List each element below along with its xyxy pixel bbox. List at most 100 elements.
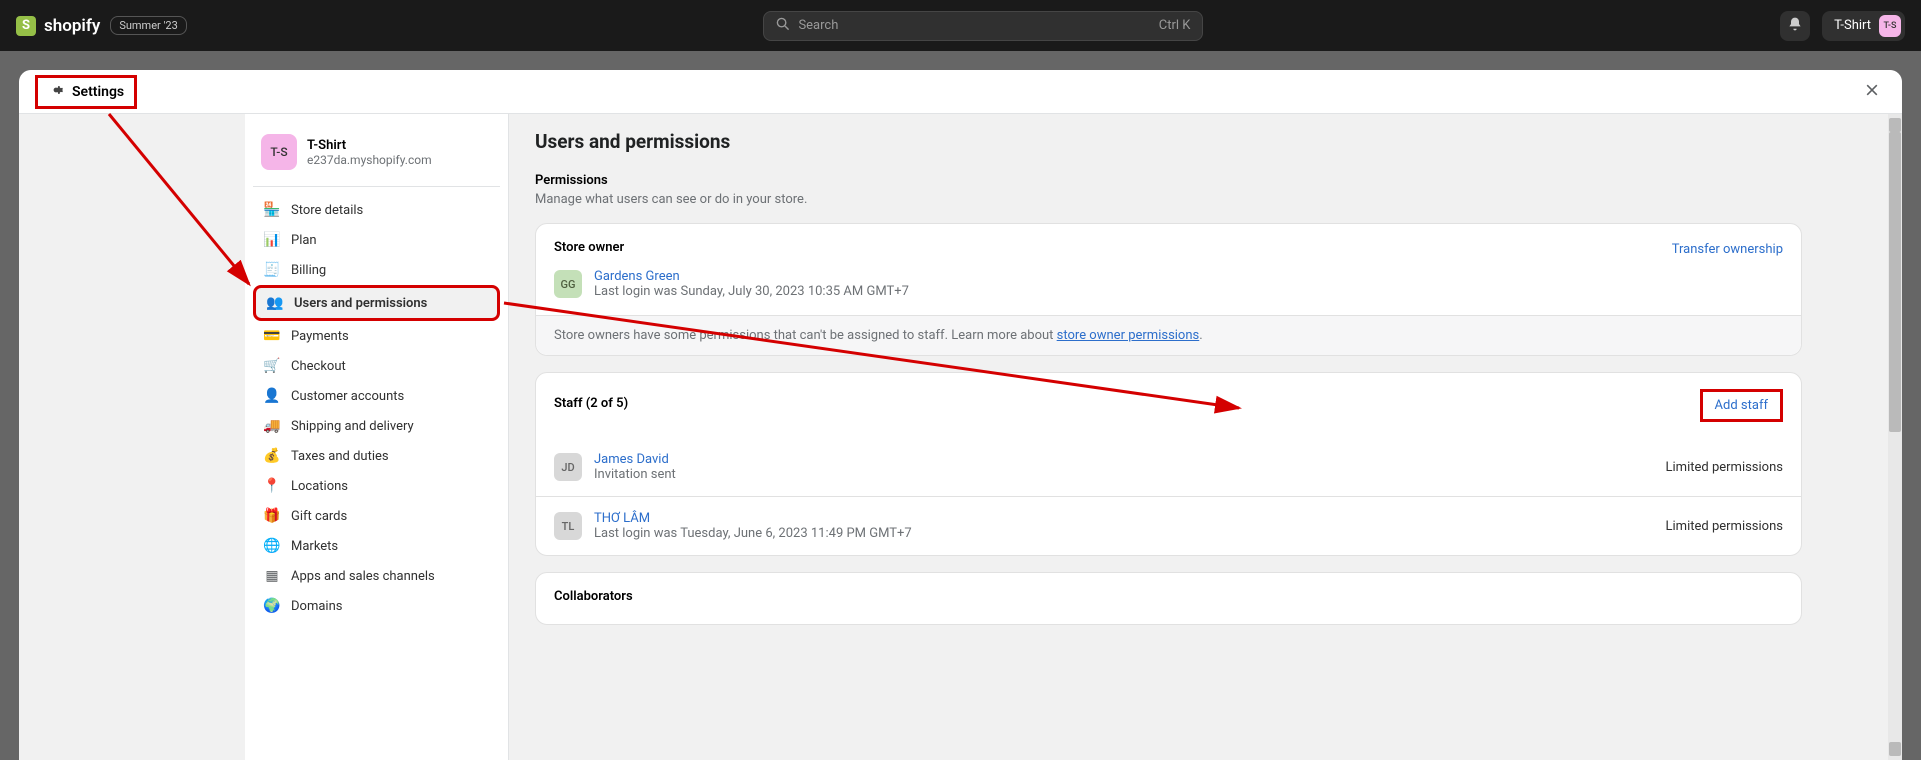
nav-icon: 📍: [263, 477, 281, 495]
settings-title: Settings: [35, 75, 137, 109]
owner-footer: Store owners have some permissions that …: [536, 315, 1801, 355]
nav-icon: 👤: [263, 387, 281, 405]
search-icon: [776, 17, 790, 35]
nav-icon: ▦: [263, 567, 281, 585]
content-area: Users and permissions Permissions Manage…: [509, 114, 1902, 760]
nav-icon: 💳: [263, 327, 281, 345]
nav-icon: 🚚: [263, 417, 281, 435]
store-domain: e237da.myshopify.com: [307, 153, 432, 167]
staff-permission: Limited permissions: [1666, 519, 1783, 534]
staff-name-link[interactable]: THƠ LÂM: [594, 511, 912, 526]
modal-header: Settings: [19, 70, 1902, 114]
scroll-up-arrow[interactable]: [1889, 118, 1901, 132]
nav-label: Customer accounts: [291, 389, 404, 404]
nav-label: Markets: [291, 539, 338, 554]
search-shortcut: Ctrl K: [1159, 18, 1191, 33]
sidebar-item-checkout[interactable]: 🛒 Checkout: [253, 351, 500, 381]
brand-text: shopify: [44, 16, 100, 36]
staff-sub: Invitation sent: [594, 467, 676, 482]
owner-name-link[interactable]: Gardens Green: [594, 269, 909, 284]
nav-label: Taxes and duties: [291, 449, 389, 464]
store-menu[interactable]: T-Shirt T-S: [1822, 11, 1905, 41]
owner-avatar: GG: [554, 270, 582, 298]
sidebar-item-markets[interactable]: 🌐 Markets: [253, 531, 500, 561]
nav-icon: 🛒: [263, 357, 281, 375]
nav-icon: 🌐: [263, 537, 281, 555]
sidebar-item-shipping-and-delivery[interactable]: 🚚 Shipping and delivery: [253, 411, 500, 441]
staff-permission: Limited permissions: [1666, 460, 1783, 475]
settings-modal: Settings T-S T-Shirt e237da.myshopify.co…: [19, 70, 1902, 760]
close-button[interactable]: [1858, 78, 1886, 106]
nav-icon: 💰: [263, 447, 281, 465]
sidebar-item-store-details[interactable]: 🏪 Store details: [253, 195, 500, 225]
nav-icon: 🧾: [263, 261, 281, 279]
scrollbar-thumb[interactable]: [1889, 132, 1901, 432]
nav-label: Billing: [291, 263, 326, 278]
nav-icon: 📊: [263, 231, 281, 249]
sidebar-item-gift-cards[interactable]: 🎁 Gift cards: [253, 501, 500, 531]
scroll-down-arrow[interactable]: [1889, 742, 1901, 756]
gear-icon: [48, 82, 64, 102]
nav-label: Locations: [291, 479, 348, 494]
collaborators-heading: Collaborators: [554, 589, 1783, 604]
nav-icon: 🌍: [263, 597, 281, 615]
store-avatar-small: T-S: [1879, 15, 1901, 37]
top-bar: S shopify Summer '23 Search Ctrl K T-Shi…: [0, 0, 1921, 51]
nav-label: Domains: [291, 599, 342, 614]
page-title: Users and permissions: [535, 130, 1802, 153]
sidebar-item-taxes-and-duties[interactable]: 💰 Taxes and duties: [253, 441, 500, 471]
sidebar-item-billing[interactable]: 🧾 Billing: [253, 255, 500, 285]
shopify-bag-icon: S: [16, 16, 36, 36]
sidebar-item-apps-and-sales-channels[interactable]: ▦ Apps and sales channels: [253, 561, 500, 591]
permissions-sub: Manage what users can see or do in your …: [535, 192, 1802, 207]
owner-permissions-link[interactable]: store owner permissions: [1057, 328, 1200, 343]
transfer-ownership-link[interactable]: Transfer ownership: [1672, 242, 1783, 257]
staff-row[interactable]: JD James DavidInvitation sent Limited perm…: [536, 438, 1801, 496]
nav-label: Plan: [291, 233, 317, 248]
staff-avatar: TL: [554, 512, 582, 540]
summer-badge: Summer '23: [110, 16, 186, 35]
staff-row[interactable]: TL THƠ LÂMLast login was Tuesday, June 6,…: [536, 496, 1801, 555]
nav-label: Store details: [291, 203, 363, 218]
sidebar-item-customer-accounts[interactable]: 👤 Customer accounts: [253, 381, 500, 411]
nav-icon: 🎁: [263, 507, 281, 525]
nav-label: Payments: [291, 329, 349, 344]
nav-label: Users and permissions: [294, 296, 427, 311]
left-gutter: [19, 114, 245, 760]
logo[interactable]: S shopify: [16, 16, 100, 36]
search-placeholder: Search: [798, 18, 1150, 33]
add-staff-button[interactable]: Add staff: [1700, 389, 1783, 422]
store-name-label: T-Shirt: [307, 138, 432, 153]
sidebar-item-plan[interactable]: 📊 Plan: [253, 225, 500, 255]
sidebar-item-payments[interactable]: 💳 Payments: [253, 321, 500, 351]
staff-avatar: JD: [554, 453, 582, 481]
settings-sidebar: T-S T-Shirt e237da.myshopify.com 🏪 Store …: [245, 114, 509, 760]
store-owner-card: Store owner Transfer ownership GG Garden…: [535, 223, 1802, 356]
scrollbar-track[interactable]: [1888, 114, 1902, 760]
store-block[interactable]: T-S T-Shirt e237da.myshopify.com: [253, 126, 500, 178]
sidebar-item-users-and-permissions[interactable]: 👥 Users and permissions: [253, 285, 500, 321]
search-input[interactable]: Search Ctrl K: [763, 11, 1203, 41]
store-owner-label: Store owner: [554, 240, 624, 255]
permissions-heading: Permissions: [535, 173, 1802, 188]
nav-label: Gift cards: [291, 509, 347, 524]
staff-sub: Last login was Tuesday, June 6, 2023 11:…: [594, 526, 912, 541]
staff-label: Staff (2 of 5): [554, 396, 628, 411]
owner-last-login: Last login was Sunday, July 30, 2023 10:…: [594, 284, 909, 299]
sidebar-item-locations[interactable]: 📍 Locations: [253, 471, 500, 501]
notifications-button[interactable]: [1780, 11, 1810, 41]
collaborators-card: Collaborators: [535, 572, 1802, 625]
nav-label: Apps and sales channels: [291, 569, 435, 584]
nav-label: Shipping and delivery: [291, 419, 414, 434]
nav-icon: 🏪: [263, 201, 281, 219]
close-icon: [1864, 82, 1880, 102]
bell-icon: [1787, 16, 1803, 36]
staff-name-link[interactable]: James David: [594, 452, 676, 467]
sidebar-item-domains[interactable]: 🌍 Domains: [253, 591, 500, 621]
staff-card: Staff (2 of 5) Add staff JD James DavidIn…: [535, 372, 1802, 556]
nav-label: Checkout: [291, 359, 346, 374]
nav-icon: 👥: [266, 294, 284, 312]
store-avatar: T-S: [261, 134, 297, 170]
divider: [253, 186, 500, 187]
store-name: T-Shirt: [1834, 18, 1871, 33]
